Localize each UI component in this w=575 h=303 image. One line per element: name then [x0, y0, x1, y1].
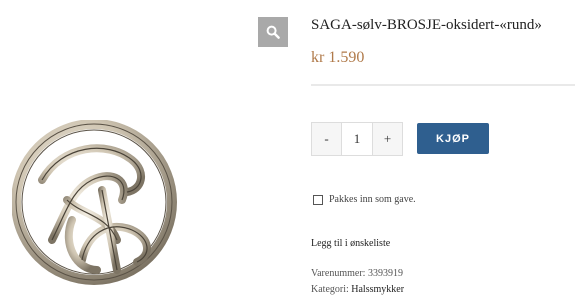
category-label: Kategori:	[311, 284, 349, 295]
quantity-input[interactable]: 1	[341, 123, 373, 155]
product-title: SAGA-sølv-BROSJE-oksidert-«rund»	[311, 17, 542, 33]
gift-wrap-label: Pakkes inn som gave.	[329, 194, 416, 205]
zoom-button[interactable]	[258, 17, 288, 47]
gift-wrap-option[interactable]: Pakkes inn som gave.	[313, 194, 416, 205]
product-price: kr 1.590	[311, 49, 365, 66]
search-icon	[266, 25, 280, 39]
sku-label: Varenummer:	[311, 268, 366, 279]
product-gallery	[0, 0, 295, 303]
category-link[interactable]: Halssmykker	[351, 284, 404, 295]
category-line: Kategori: Halssmykker	[311, 284, 404, 295]
sku-value: 3393919	[367, 268, 403, 279]
sku-line: Varenummer: 3393919	[311, 268, 403, 279]
gift-wrap-checkbox[interactable]	[313, 194, 323, 205]
quantity-stepper: - 1 +	[311, 122, 403, 156]
divider	[311, 84, 575, 86]
quantity-increase-button[interactable]: +	[373, 123, 402, 155]
buy-button[interactable]: KJØP	[417, 123, 489, 154]
product-image[interactable]	[12, 120, 177, 285]
quantity-decrease-button[interactable]: -	[312, 123, 341, 155]
add-to-wishlist-link[interactable]: Legg til i ønskeliste	[311, 238, 390, 249]
